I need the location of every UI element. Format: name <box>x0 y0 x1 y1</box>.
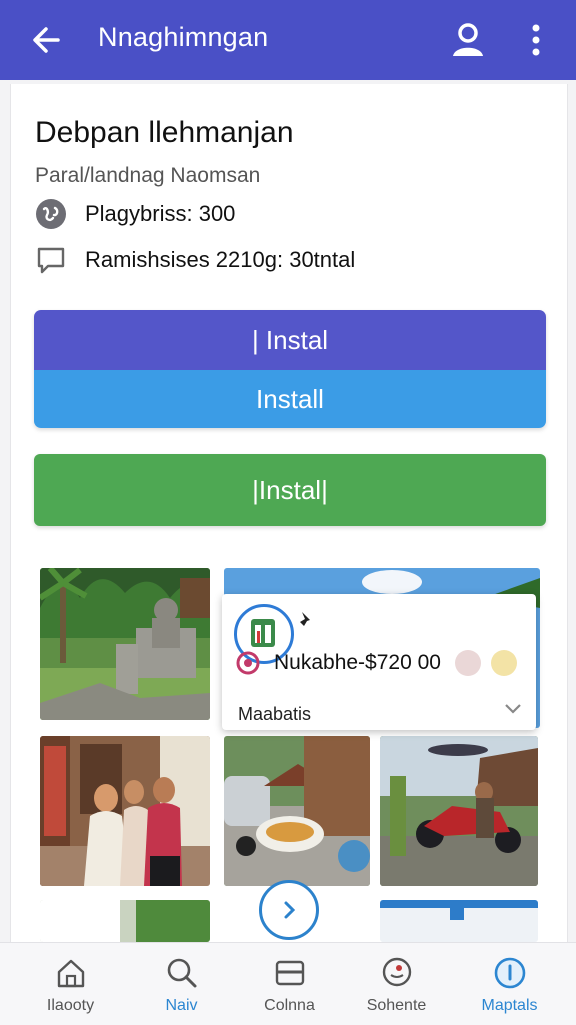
popup-name-row: Nukabhe-$720 00 <box>236 650 517 676</box>
app-popup-card[interactable]: Nukabhe-$720 00 Maabatis <box>222 594 536 730</box>
card-icon <box>275 960 305 986</box>
photo-family[interactable] <box>40 736 210 886</box>
photo-bottom-right[interactable] <box>380 900 538 942</box>
chevron-down-icon[interactable] <box>504 702 522 716</box>
bottom-nav: Ilaooty Naiv Colnna Sohente Maptals <box>0 942 576 1025</box>
players-label: Plagybriss: 300 <box>85 201 236 226</box>
players-row: Plagybriss: 300 <box>35 198 235 230</box>
next-fab-button[interactable] <box>259 880 319 940</box>
install-button-stack: | Instal Install <box>34 310 546 428</box>
info-icon <box>494 957 526 989</box>
chat-icon <box>382 957 412 987</box>
install-button-green[interactable]: |Instal| <box>34 454 546 526</box>
target-icon <box>236 651 260 675</box>
install-button-secondary[interactable]: Install <box>34 370 546 428</box>
nav-label: Sohente <box>366 997 427 1014</box>
nav-label: Naiv <box>165 997 198 1014</box>
photo-motorbike[interactable] <box>380 736 538 886</box>
arrow-left-icon[interactable] <box>28 20 64 60</box>
popup-footer-label: Maabatis <box>238 704 312 724</box>
nav-label: Maptals <box>481 997 538 1014</box>
person-icon[interactable] <box>448 20 488 60</box>
photo-temple-garden[interactable] <box>40 568 210 720</box>
chevron-right-icon <box>284 901 296 919</box>
app-bar: Nnaghimngan <box>0 0 576 80</box>
nav-item-card[interactable]: Colnna <box>232 943 347 1025</box>
nav-item-search[interactable]: Naiv <box>124 943 239 1025</box>
nav-item-info[interactable]: Maptals <box>452 943 567 1025</box>
nav-item-home[interactable]: Ilaooty <box>13 943 128 1025</box>
nav-item-chat[interactable]: Sohente <box>339 943 454 1025</box>
photo-bottom-left[interactable] <box>40 900 210 942</box>
badge-chip-icon <box>490 650 517 676</box>
gamepad-badge-icon <box>36 199 66 229</box>
avatar-chip-icon <box>454 650 481 676</box>
home-icon <box>57 959 85 988</box>
comment-icon <box>37 247 65 274</box>
app-title: Nnaghimngan <box>98 22 269 52</box>
nav-label: Ilaooty <box>46 997 95 1014</box>
install-button-primary[interactable]: | Instal <box>34 310 546 370</box>
comments-label: Ramishsises 2210g: 30tntal <box>85 247 356 272</box>
more-vert-icon[interactable] <box>522 22 550 58</box>
photo-food-car[interactable] <box>224 736 370 886</box>
popup-name-price: Nukabhe-$720 00 <box>274 651 441 674</box>
subtitle: Paral/landnag Naomsan <box>35 164 261 187</box>
page-title: Debpan llehmanjan <box>35 116 294 149</box>
comments-row: Ramishsises 2210g: 30tntal <box>35 244 355 276</box>
search-icon <box>167 958 197 988</box>
nav-label: Colnna <box>264 997 315 1014</box>
pin-icon[interactable] <box>296 610 316 630</box>
